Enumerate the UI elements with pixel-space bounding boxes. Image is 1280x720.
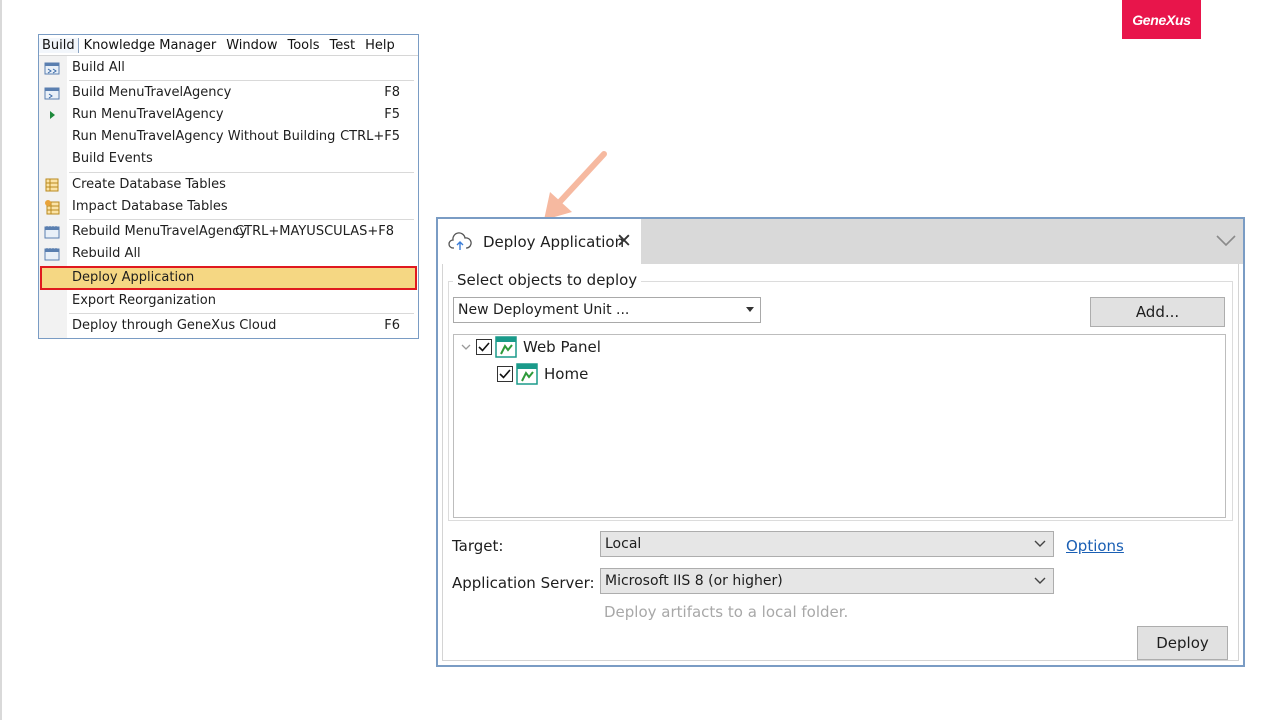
build-menu: Build Knowledge Manager Window Tools Tes… [38,34,419,339]
menu-item-run-menutravelagency[interactable]: Run MenuTravelAgency F5 [39,104,418,126]
deploy-application-window: Deploy Application ✕ Select objects to d… [436,217,1245,667]
chevron-down-icon [1034,540,1046,547]
menu-item-shortcut: F5 [384,107,400,122]
options-link[interactable]: Options [1066,537,1124,555]
build-icon [44,87,60,100]
chevron-down-icon[interactable] [1215,232,1237,248]
menu-separator [69,219,414,220]
menu-item-rebuild-all[interactable]: Rebuild All [39,243,418,265]
tab-title: Deploy Application [483,233,625,251]
tab-strip: Deploy Application ✕ [438,219,1243,264]
menu-separator [69,313,414,314]
menu-item-label: Deploy Application [72,270,195,285]
menu-help[interactable]: Help [360,38,400,53]
deployment-unit-select[interactable]: New Deployment Unit ... [453,297,761,323]
close-icon[interactable]: ✕ [616,230,632,252]
menu-tools[interactable]: Tools [282,38,324,53]
objects-tree: Web Panel Home [453,334,1226,518]
menu-item-export-reorganization[interactable]: Export Reorganization [39,290,418,312]
checkmark-icon [478,342,490,352]
menu-window[interactable]: Window [221,38,282,53]
menu-item-label: Rebuild All [72,246,141,261]
menu-item-rebuild-menutravelagency[interactable]: Rebuild MenuTravelAgency CTRL+MAYUSCULAS… [39,221,418,243]
web-panel-icon [516,363,538,385]
left-edge-border [0,0,2,720]
menu-item-run-without-building[interactable]: Run MenuTravelAgency Without Building CT… [39,126,418,148]
menu-item-shortcut: F8 [384,85,400,100]
menu-item-shortcut: CTRL+MAYUSCULAS+F8 [235,224,394,239]
checkmark-icon [499,369,511,379]
menu-item-label: Build All [72,60,125,75]
tree-node-label: Web Panel [523,338,601,356]
tab-deploy-application[interactable]: Deploy Application ✕ [438,219,641,264]
application-server-select[interactable]: Microsoft IIS 8 (or higher) [600,568,1054,594]
application-server-value: Microsoft IIS 8 (or higher) [605,573,783,589]
menu-item-label: Create Database Tables [72,177,226,192]
tree-node-web-panel[interactable]: Web Panel [476,336,601,358]
menu-item-label: Run MenuTravelAgency [72,107,224,122]
menu-item-label: Deploy through GeneXus Cloud [72,318,277,333]
menu-knowledge-manager[interactable]: Knowledge Manager [79,38,222,53]
menu-build[interactable]: Build [39,37,79,53]
menu-item-label: Build Events [72,151,153,166]
menu-item-shortcut: CTRL+F5 [340,129,400,144]
run-icon [50,111,55,119]
web-panel-checkbox[interactable] [476,339,492,355]
cloud-upload-icon [448,232,472,250]
chevron-down-icon [1034,577,1046,584]
create-tables-icon [45,178,59,192]
select-objects-label: Select objects to deploy [453,271,642,289]
rebuild-icon [44,226,60,239]
deploy-button[interactable]: Deploy [1137,626,1228,660]
impact-tables-icon [45,200,60,215]
menu-item-label: Rebuild MenuTravelAgency [72,224,248,239]
home-checkbox[interactable] [497,366,513,382]
menu-item-create-database-tables[interactable]: Create Database Tables [39,174,418,196]
web-panel-icon [495,336,517,358]
menu-item-deploy-application[interactable]: Deploy Application [39,267,418,289]
menu-bar: Build Knowledge Manager Window Tools Tes… [39,35,418,56]
tree-node-home[interactable]: Home [497,363,588,385]
add-button[interactable]: Add... [1090,297,1225,327]
expander-chevron-icon[interactable] [460,342,472,352]
menu-item-label: Impact Database Tables [72,199,228,214]
menu-item-label: Export Reorganization [72,293,216,308]
menu-item-label: Run MenuTravelAgency Without Building [72,129,336,144]
rebuild-all-icon [44,248,60,261]
tree-node-label: Home [544,365,589,383]
menu-item-build-all[interactable]: Build All [39,57,418,79]
menu-item-deploy-genexus-cloud[interactable]: Deploy through GeneXus Cloud F6 [39,315,418,337]
menu-item-build-menutravelagency[interactable]: Build MenuTravelAgency F8 [39,82,418,104]
target-label: Target: [452,537,504,555]
menu-separator [69,80,414,81]
menu-item-label: Build MenuTravelAgency [72,85,232,100]
build-all-icon [44,62,60,75]
annotation-arrow [544,151,607,220]
menu-item-shortcut: F6 [384,318,400,333]
application-server-label: Application Server: [452,574,595,592]
menu-test[interactable]: Test [325,38,361,53]
target-select[interactable]: Local [600,531,1054,557]
deployment-unit-value: New Deployment Unit ... [458,302,630,318]
target-value: Local [605,536,642,552]
deploy-hint-text: Deploy artifacts to a local folder. [604,603,849,621]
menu-separator [69,172,414,173]
dropdown-arrow-icon [746,307,754,312]
menu-item-impact-database-tables[interactable]: Impact Database Tables [39,196,418,218]
genexus-logo: GeneXus [1122,0,1201,39]
menu-item-build-events[interactable]: Build Events [39,148,418,170]
